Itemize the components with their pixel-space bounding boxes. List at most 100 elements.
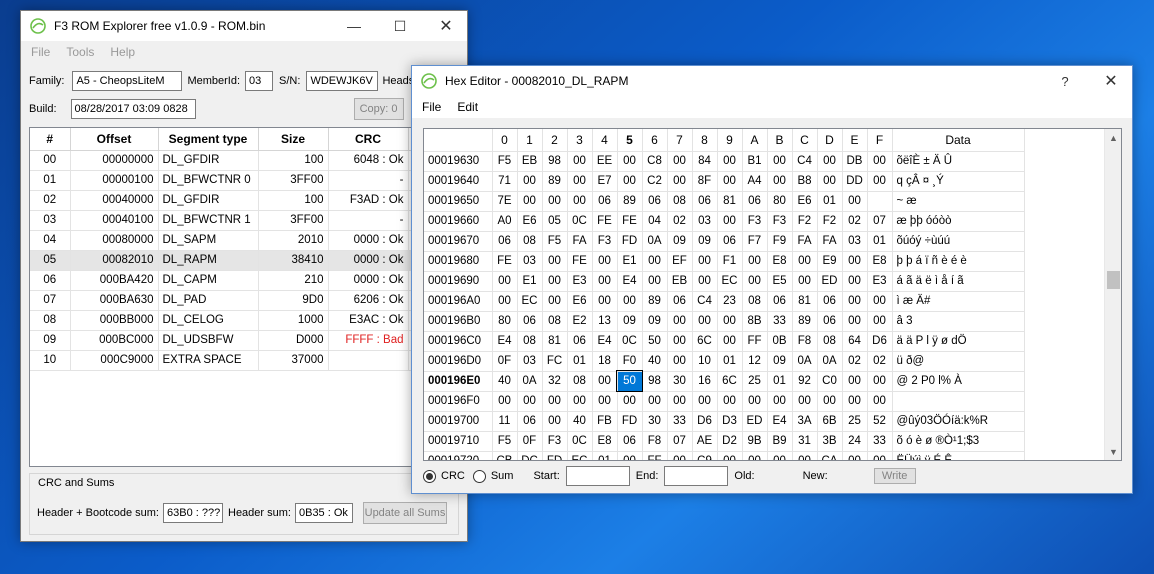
hex-byte-cell[interactable]: B9 [767, 431, 793, 452]
header-bootcode-field[interactable]: 63B0 : ??? [163, 503, 223, 523]
col-header-segment-type[interactable]: Segment type [158, 128, 259, 151]
hex-byte-cell[interactable]: 09 [642, 311, 668, 332]
hex-byte-cell[interactable]: 12 [742, 351, 768, 372]
hex-byte-cell[interactable]: 13 [592, 311, 618, 332]
hex-byte-cell[interactable]: F0 [617, 351, 643, 372]
menu-file[interactable]: File [23, 45, 58, 59]
hex-byte-cell[interactable]: F7 [742, 231, 768, 252]
hex-byte-cell[interactable]: 00 [542, 391, 568, 412]
hex-byte-cell[interactable]: 0C [567, 211, 593, 232]
hex-byte-cell[interactable]: 08 [742, 291, 768, 312]
hex-byte-cell[interactable]: E6 [792, 191, 818, 212]
table-row[interactable]: 03 00040100 DL_BFWCTNR 1 3FF00- [30, 210, 428, 231]
hex-byte-cell[interactable]: 0F [492, 351, 518, 372]
hex-byte-cell[interactable]: F5 [492, 431, 518, 452]
hex-byte-cell[interactable]: 00 [842, 291, 868, 312]
hex-byte-cell[interactable]: 0A [817, 351, 843, 372]
hex-byte-cell[interactable]: 08 [517, 331, 543, 352]
hex-byte-cell[interactable]: 8F [692, 171, 718, 192]
hex-byte-cell[interactable]: 00 [867, 151, 893, 172]
hex-byte-cell[interactable]: 00 [767, 171, 793, 192]
hex-byte-cell[interactable]: 50 [642, 331, 668, 352]
hex-byte-cell[interactable]: 00 [842, 271, 868, 292]
hex-byte-cell[interactable]: 00 [617, 171, 643, 192]
hex-byte-cell[interactable]: 00 [792, 271, 818, 292]
hex-byte-cell[interactable]: 00 [717, 151, 743, 172]
hex-byte-cell[interactable]: 33 [867, 431, 893, 452]
hex-byte-cell[interactable]: C8 [642, 151, 668, 172]
hex-byte-cell[interactable]: 00 [542, 251, 568, 272]
hex-byte-cell[interactable]: DD [842, 171, 868, 192]
hex-byte-cell[interactable]: 06 [692, 191, 718, 212]
hex-byte-cell[interactable]: 00 [867, 371, 893, 392]
col-header-crc[interactable]: CRC [328, 128, 409, 151]
hex-byte-cell[interactable]: E8 [767, 251, 793, 272]
hex-byte-cell[interactable]: EB [517, 151, 543, 172]
hex-byte-cell[interactable]: 0C [567, 431, 593, 452]
hex-byte-cell[interactable]: 3A [792, 411, 818, 432]
hex-byte-cell[interactable]: 00 [692, 391, 718, 412]
hex-byte-cell[interactable]: 03 [842, 231, 868, 252]
hex-byte-cell[interactable]: 84 [692, 151, 718, 172]
hex-byte-cell[interactable]: F3 [767, 211, 793, 232]
help-icon[interactable]: ? [1042, 66, 1088, 96]
hex-byte-cell[interactable]: 00 [692, 311, 718, 332]
hex-byte-cell[interactable]: 09 [617, 311, 643, 332]
table-row[interactable]: 09 000BC000 DL_UDSBFW D000 FFFF : Bad [30, 330, 428, 351]
hex-byte-cell[interactable]: 00 [692, 271, 718, 292]
hex-byte-cell[interactable] [867, 191, 893, 212]
scroll-thumb[interactable] [1107, 271, 1120, 289]
start-field[interactable] [565, 466, 630, 486]
hex-byte-cell[interactable]: 07 [867, 211, 893, 232]
hex-byte-cell[interactable]: DB [842, 151, 868, 172]
hex-byte-cell[interactable]: FE [492, 251, 518, 272]
hex-byte-cell[interactable]: F8 [792, 331, 818, 352]
hex-byte-cell[interactable]: 00 [742, 251, 768, 272]
hex-byte-cell[interactable]: 00 [767, 391, 793, 412]
hex-byte-cell[interactable]: 00 [792, 251, 818, 272]
hex-byte-cell[interactable]: 06 [717, 231, 743, 252]
hex-byte-cell[interactable]: 3B [817, 431, 843, 452]
hex-byte-cell[interactable]: ED [817, 271, 843, 292]
hex-byte-cell[interactable]: E1 [617, 251, 643, 272]
hex-byte-cell[interactable]: F2 [817, 211, 843, 232]
hex-byte-cell[interactable]: 64 [842, 331, 868, 352]
hex-byte-cell[interactable]: C0 [817, 371, 843, 392]
table-row[interactable]: 02 00040000 DL_GFDIR 100 F3AD : Ok [30, 190, 428, 211]
write-button[interactable]: Write [873, 468, 916, 484]
hex-byte-cell[interactable]: DC [517, 451, 543, 460]
hex-byte-cell[interactable]: 25 [842, 411, 868, 432]
hex-byte-cell[interactable]: 00 [592, 251, 618, 272]
hex-byte-cell[interactable]: 00 [542, 271, 568, 292]
hex-byte-cell[interactable]: 00 [867, 171, 893, 192]
hex-byte-cell[interactable]: 16 [692, 371, 718, 392]
hex-byte-cell[interactable]: 00 [517, 391, 543, 412]
hex-byte-cell[interactable]: 0C [617, 331, 643, 352]
hex-byte-cell[interactable]: 00 [867, 291, 893, 312]
hex-byte-cell[interactable]: 00 [717, 171, 743, 192]
hex-byte-cell[interactable]: 92 [792, 371, 818, 392]
hex-byte-cell[interactable]: 01 [867, 231, 893, 252]
hex-byte-cell[interactable]: 00 [867, 391, 893, 412]
build-field[interactable]: 08/28/2017 03:09 0828 [70, 99, 196, 119]
hex-vertical-scrollbar[interactable]: ▲ ▼ [1104, 129, 1121, 460]
hex-byte-cell[interactable]: 01 [717, 351, 743, 372]
hex-byte-cell[interactable]: F9 [767, 231, 793, 252]
hex-byte-cell[interactable]: 06 [742, 191, 768, 212]
hex-byte-cell[interactable]: 81 [792, 291, 818, 312]
hex-byte-cell[interactable]: 00 [842, 251, 868, 272]
hex-byte-cell[interactable]: 00 [717, 391, 743, 412]
hex-byte-cell[interactable]: 00 [717, 451, 743, 460]
hex-byte-cell[interactable]: E4 [492, 331, 518, 352]
menu-help[interactable]: Help [102, 45, 143, 59]
hex-byte-cell[interactable]: 01 [817, 191, 843, 212]
col-header-offset[interactable]: Offset [70, 128, 159, 151]
hex-byte-cell[interactable]: 03 [692, 211, 718, 232]
hex-byte-cell[interactable]: 00 [642, 391, 668, 412]
hex-byte-cell[interactable]: 02 [842, 211, 868, 232]
hex-byte-cell[interactable]: 06 [642, 191, 668, 212]
close-icon[interactable]: ✕ [423, 11, 469, 41]
hex-byte-cell[interactable]: 00 [842, 451, 868, 460]
hex-byte-cell[interactable]: 06 [492, 231, 518, 252]
hex-byte-cell[interactable]: 40 [492, 371, 518, 392]
